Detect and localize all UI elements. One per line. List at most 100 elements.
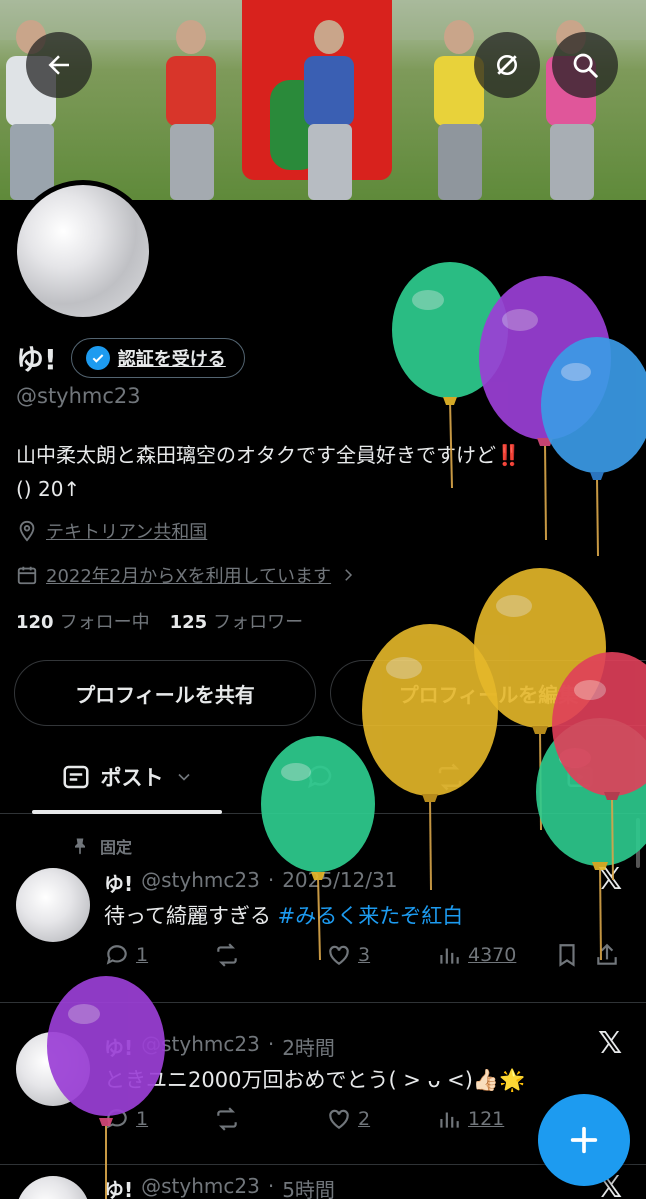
profile-avatar[interactable] [12, 180, 154, 322]
followers-label: フォロワー [213, 612, 304, 633]
share-profile-label: プロフィールを共有 [75, 682, 255, 707]
pin-icon [75, 838, 85, 855]
views-icon [440, 1112, 459, 1128]
post-time[interactable]: 2025/12/31 [282, 868, 397, 897]
profile-joined[interactable]: 2022年2月からXを利用しています [16, 562, 357, 588]
compose-post-button[interactable] [538, 1094, 630, 1186]
reply-button[interactable]: 1 [104, 942, 214, 968]
joined-text: 2022年2月からXを利用しています [46, 566, 332, 587]
post-author-handle[interactable]: @styhmc23 [141, 868, 260, 897]
search-icon [573, 53, 598, 78]
profile-location: テキトリアン共和国 [16, 518, 207, 544]
location-text: テキトリアン共和国 [46, 522, 208, 543]
media-icon [567, 767, 593, 787]
tab-posts[interactable]: ポスト [32, 740, 222, 814]
chevron-right-icon [345, 569, 353, 581]
bio-line: 山中柔太朗と森田璃空のオタクです全員好きですけど‼️ [16, 443, 521, 467]
calendar-icon [17, 566, 37, 585]
chevron-down-icon [177, 773, 190, 781]
profile-bio: 山中柔太朗と森田璃空のオタクです全員好きですけど‼️ () 20↑ [16, 438, 616, 506]
following-count: 120 [16, 612, 54, 633]
profile-banner[interactable] [0, 0, 646, 200]
views-count: 4370 [468, 944, 517, 966]
following-label: フォロー中 [59, 612, 150, 633]
following-link[interactable]: 120 フォロー中 [16, 608, 150, 634]
post-divider [0, 1002, 646, 1003]
like-button[interactable]: 2 [326, 1106, 436, 1132]
post-author-name[interactable]: ゆ! [104, 868, 133, 897]
post-separator: · [267, 868, 275, 892]
like-count: 3 [358, 944, 371, 966]
tab-reposts[interactable] [410, 740, 490, 814]
pinned-indicator: 固定 [70, 834, 132, 858]
grok-button[interactable] [474, 32, 540, 98]
share-profile-button[interactable]: プロフィールを共有 [14, 660, 316, 726]
repost-icon [217, 1107, 237, 1131]
followers-link[interactable]: 125 フォロワー [170, 608, 304, 634]
profile-tabs: ポスト [0, 740, 646, 814]
reply-icon [106, 1109, 127, 1129]
repost-icon [438, 763, 462, 791]
pinned-label: 固定 [100, 838, 133, 857]
post-author-name[interactable]: ゆ! [104, 1032, 133, 1061]
scrollbar[interactable] [636, 818, 640, 868]
edit-profile-label: プロフィールを編集 [398, 682, 579, 707]
repost-button[interactable] [214, 1106, 326, 1132]
share-button[interactable] [594, 942, 624, 968]
post-separator: · [267, 1174, 275, 1198]
bookmark-icon [559, 944, 575, 967]
post-header: ゆ! @styhmc23 · 2025/12/31 [104, 868, 397, 897]
profile-name: ゆ! [16, 343, 57, 376]
active-tab-indicator [32, 810, 222, 814]
tab-posts-label: ポスト [100, 766, 164, 790]
like-button[interactable]: 3 [326, 942, 436, 968]
repost-icon [217, 943, 237, 967]
repost-button[interactable] [214, 942, 326, 968]
post-text: 待って綺麗すぎる #みるく来たぞ紅白 [104, 900, 463, 930]
post-avatar[interactable] [16, 868, 90, 942]
tab-replies[interactable] [280, 740, 360, 814]
location-pin-icon [19, 520, 35, 542]
bookmark-button[interactable] [554, 942, 594, 968]
get-verified-label: 認証を受ける [117, 349, 226, 370]
reply-icon [308, 765, 332, 789]
get-verified-button[interactable]: 認証を受ける [70, 338, 245, 378]
post-hashtag[interactable]: #みるく来たぞ紅白 [278, 904, 464, 928]
post-author-handle[interactable]: @styhmc23 [141, 1174, 260, 1199]
post-author-name[interactable]: ゆ! [104, 1174, 133, 1199]
x-logo-icon: 𝕏 [598, 862, 623, 897]
post-avatar[interactable] [16, 1032, 90, 1106]
post-text: ときユニ2000万回おめでとう( > ᴗ <)👍🏻🌟 [104, 1064, 525, 1094]
followers-count: 125 [169, 612, 208, 633]
reply-count: 1 [136, 944, 149, 966]
post-avatar[interactable] [16, 1176, 90, 1199]
reply-icon [106, 945, 127, 965]
reply-button[interactable]: 1 [104, 1106, 214, 1132]
views-icon [440, 948, 459, 964]
reply-count: 1 [136, 1108, 149, 1130]
bio-line: () 20↑ [16, 477, 81, 501]
post-author-handle[interactable]: @styhmc23 [141, 1032, 260, 1061]
post-time[interactable]: 2時間 [282, 1032, 335, 1061]
arrow-left-icon [48, 55, 69, 75]
post-time[interactable]: 5時間 [282, 1174, 335, 1199]
post-separator: · [267, 1032, 275, 1056]
x-logo-icon: 𝕏 [598, 1026, 623, 1061]
verified-badge-icon [85, 346, 110, 370]
search-button[interactable] [552, 32, 618, 98]
profile-handle: @styhmc23 [16, 384, 141, 408]
back-button[interactable] [26, 32, 92, 98]
heart-icon [329, 945, 349, 965]
tab-media[interactable] [540, 740, 620, 814]
views-count: 121 [468, 1108, 505, 1130]
views-button[interactable]: 4370 [436, 942, 554, 968]
banner-person [160, 20, 222, 200]
edit-profile-button[interactable]: プロフィールを編集 [330, 660, 646, 726]
post-actions: 1 3 4370 [104, 942, 624, 968]
post-header: ゆ! @styhmc23 · 5時間 [104, 1174, 335, 1199]
banner-person [298, 20, 360, 200]
views-button[interactable]: 121 [436, 1106, 524, 1132]
grok-icon [497, 55, 517, 75]
heart-icon [329, 1109, 349, 1129]
share-icon [597, 943, 617, 965]
